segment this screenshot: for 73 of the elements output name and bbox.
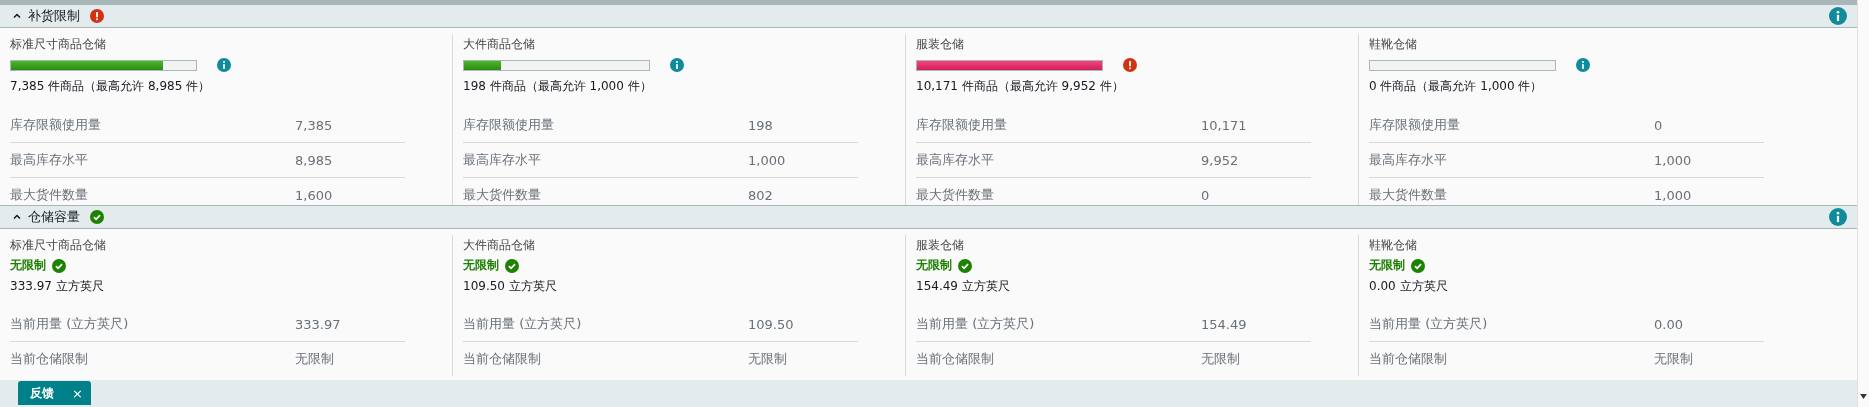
metric-value: 333.97 bbox=[295, 316, 341, 332]
info-icon[interactable] bbox=[1576, 58, 1590, 72]
metric-value: 198 bbox=[748, 117, 773, 133]
storage-type-title: 鞋靴仓储 bbox=[1369, 36, 1418, 53]
summary-text: 198 件商品（最高允许 1,000 件） bbox=[463, 78, 653, 95]
summary-text: 7,385 件商品（最高允许 8,985 件） bbox=[10, 78, 212, 95]
metric-value: 0 bbox=[1654, 117, 1663, 133]
info-icon[interactable] bbox=[1829, 208, 1847, 226]
metric-label: 最大货件数量 bbox=[10, 186, 89, 204]
metric-label: 最大货件数量 bbox=[1369, 186, 1448, 204]
metric-value: 无限制 bbox=[1201, 350, 1240, 368]
storage-type-title: 大件商品仓储 bbox=[463, 237, 536, 254]
section-title: 补货限制 bbox=[28, 7, 80, 25]
scrollbar[interactable] bbox=[1857, 0, 1869, 407]
metric-value: 8,985 bbox=[295, 152, 333, 168]
close-icon[interactable]: × bbox=[72, 385, 83, 401]
status-text: 无限制 bbox=[10, 257, 46, 274]
metric-value: 0.00 bbox=[1654, 316, 1683, 332]
metric-value: 1,600 bbox=[295, 187, 333, 203]
metric-value: 9,952 bbox=[1201, 152, 1239, 168]
metric-label: 库存限额使用量 bbox=[463, 116, 555, 134]
metric-value: 无限制 bbox=[748, 350, 787, 368]
storage-type-title: 服装仓储 bbox=[916, 237, 965, 254]
storage-type-title: 服装仓储 bbox=[916, 36, 965, 53]
metric-label: 当前用量 (立方英尺) bbox=[916, 315, 1036, 333]
metric-label: 最大货件数量 bbox=[916, 186, 995, 204]
metric-label: 库存限额使用量 bbox=[1369, 116, 1461, 134]
metric-label: 当前用量 (立方英尺) bbox=[10, 315, 130, 333]
section-header[interactable]: 补货限制 bbox=[0, 4, 1857, 28]
summary-text: 10,171 件商品（最高允许 9,952 件） bbox=[916, 78, 1125, 95]
section-title: 仓储容量 bbox=[28, 208, 80, 226]
metric-label: 最大货件数量 bbox=[463, 186, 542, 204]
metric-label: 最高库存水平 bbox=[1369, 151, 1448, 169]
metric-value: 无限制 bbox=[1654, 350, 1693, 368]
summary-text: 0.00 立方英尺 bbox=[1369, 278, 1449, 295]
metric-label: 当前仓储限制 bbox=[463, 350, 542, 368]
metric-label: 当前用量 (立方英尺) bbox=[1369, 315, 1489, 333]
metric-label: 库存限额使用量 bbox=[10, 116, 102, 134]
metric-value: 7,385 bbox=[295, 117, 333, 133]
metric-label: 当前用量 (立方英尺) bbox=[463, 315, 583, 333]
metric-label: 库存限额使用量 bbox=[916, 116, 1008, 134]
metric-label: 最高库存水平 bbox=[463, 151, 542, 169]
metric-value: 10,171 bbox=[1201, 117, 1247, 133]
metric-label: 最高库存水平 bbox=[916, 151, 995, 169]
summary-text: 333.97 立方英尺 bbox=[10, 278, 105, 295]
storage-type-title: 鞋靴仓储 bbox=[1369, 237, 1418, 254]
storage-type-title: 标准尺寸商品仓储 bbox=[10, 36, 107, 53]
metric-value: 无限制 bbox=[295, 350, 334, 368]
info-icon[interactable] bbox=[1829, 7, 1847, 25]
metric-label: 当前仓储限制 bbox=[1369, 350, 1448, 368]
storage-type-title: 标准尺寸商品仓储 bbox=[10, 237, 107, 254]
summary-text: 0 件商品（最高允许 1,000 件） bbox=[1369, 78, 1544, 95]
scroll-down-icon[interactable] bbox=[1860, 394, 1867, 399]
section-header[interactable]: 仓储容量 bbox=[0, 205, 1857, 229]
metric-value: 154.49 bbox=[1201, 316, 1247, 332]
summary-text: 109.50 立方英尺 bbox=[463, 278, 558, 295]
metric-value: 1,000 bbox=[748, 152, 786, 168]
status-text: 无限制 bbox=[1369, 257, 1405, 274]
metric-value: 0 bbox=[1201, 187, 1210, 203]
summary-text: 154.49 立方英尺 bbox=[916, 278, 1011, 295]
metric-label: 当前仓储限制 bbox=[10, 350, 89, 368]
status-text: 无限制 bbox=[916, 257, 952, 274]
info-icon[interactable] bbox=[217, 58, 231, 72]
metric-value: 109.50 bbox=[748, 316, 794, 332]
feedback-tab[interactable]: 反馈 × bbox=[18, 381, 91, 405]
storage-type-title: 大件商品仓储 bbox=[463, 36, 536, 53]
metric-value: 1,000 bbox=[1654, 187, 1692, 203]
info-icon[interactable] bbox=[670, 58, 684, 72]
status-text: 无限制 bbox=[463, 257, 499, 274]
metric-label: 最高库存水平 bbox=[10, 151, 89, 169]
metric-label: 当前仓储限制 bbox=[916, 350, 995, 368]
metric-value: 1,000 bbox=[1654, 152, 1692, 168]
metric-value: 802 bbox=[748, 187, 773, 203]
